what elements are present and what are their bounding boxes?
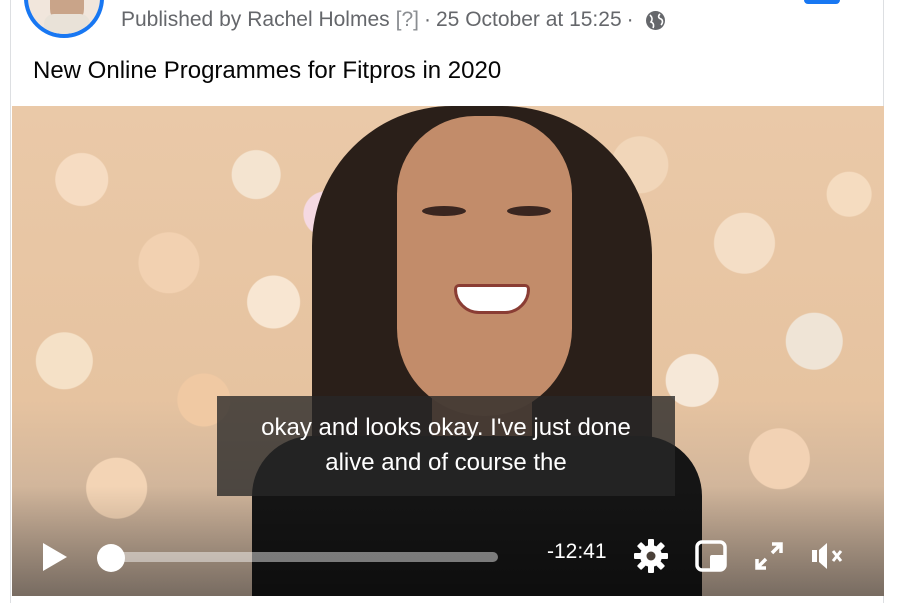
caption-line: alive and of course the xyxy=(325,449,567,476)
globe-icon[interactable] xyxy=(645,10,666,31)
post-date[interactable]: 25 October at 15:25 xyxy=(436,8,622,32)
separator-2: · xyxy=(626,8,634,31)
volume-muted-icon[interactable] xyxy=(807,536,847,576)
post-meta: Published by Rachel Holmes [?] · 25 Octo… xyxy=(121,6,666,34)
caption-line: okay and looks okay. I've just done xyxy=(261,414,631,441)
video-person-eye xyxy=(507,206,551,216)
post-title: New Online Programmes for Fitpros in 202… xyxy=(33,57,502,84)
avatar-shirt xyxy=(44,14,90,34)
picture-in-picture-icon[interactable] xyxy=(691,536,731,576)
video-person-eye xyxy=(422,206,466,216)
progress-handle[interactable] xyxy=(97,544,125,572)
top-tab-indicator xyxy=(804,0,840,4)
separator: · xyxy=(424,8,431,31)
play-icon[interactable] xyxy=(40,541,70,573)
video-person-face xyxy=(397,116,572,416)
video-person-mouth xyxy=(454,284,530,314)
captions-box: okay and looks okay. I've just done aliv… xyxy=(217,396,675,496)
help-marker[interactable]: [?] xyxy=(396,8,419,32)
author-name[interactable]: Rachel Holmes xyxy=(247,8,389,32)
time-remaining: -12:41 xyxy=(547,540,607,563)
published-prefix: Published by xyxy=(121,8,242,31)
video-player[interactable]: okay and looks okay. I've just done aliv… xyxy=(12,106,884,596)
gear-icon[interactable] xyxy=(631,536,671,576)
expand-icon[interactable] xyxy=(749,536,789,576)
progress-bar[interactable] xyxy=(97,544,498,572)
